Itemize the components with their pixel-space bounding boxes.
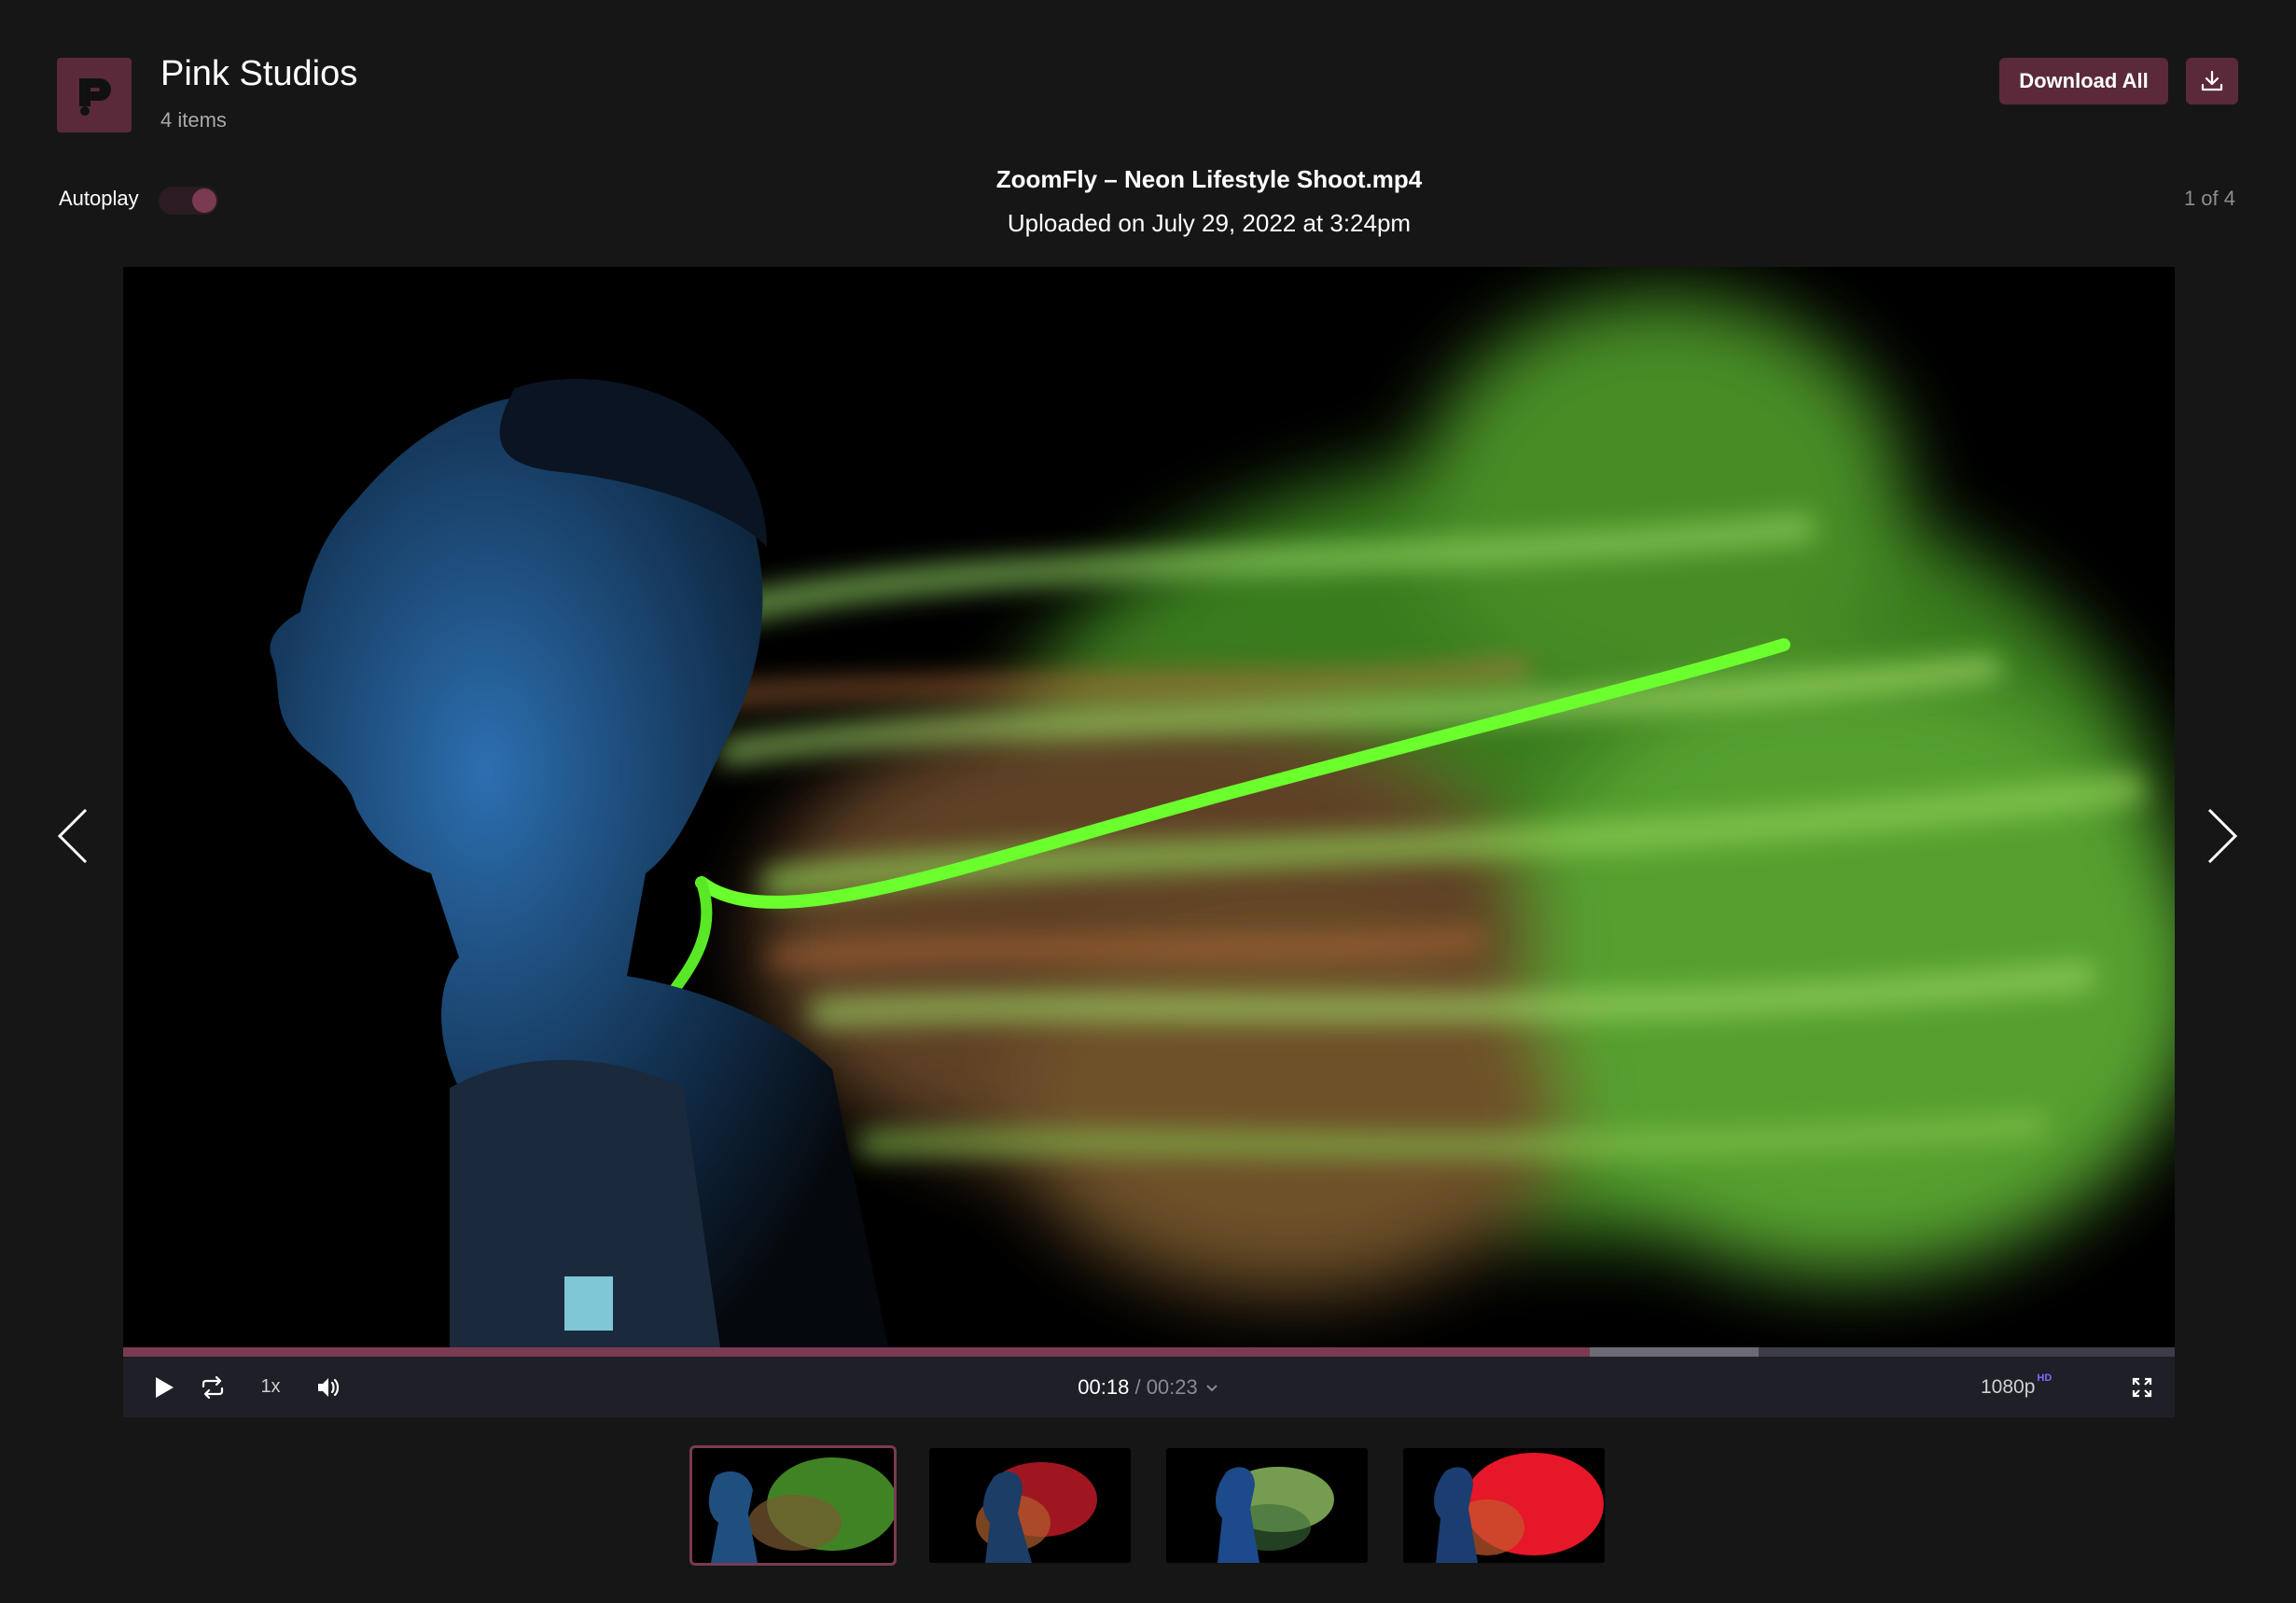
quality-selector[interactable]: 1080p HD (1981, 1357, 2052, 1417)
thumbnail-image (1166, 1448, 1368, 1563)
time-display: 00:18 / 00:23 (123, 1357, 2175, 1417)
loop-icon (202, 1375, 224, 1399)
hd-badge: HD (2037, 1372, 2052, 1384)
download-all-button[interactable]: Download All (1999, 58, 2168, 105)
volume-icon (318, 1377, 340, 1397)
speed-button[interactable]: 1x (243, 1357, 299, 1417)
volume-button[interactable] (306, 1357, 351, 1417)
player-controls: 1x 00:18 / 00:23 1080p HD (123, 1357, 2175, 1417)
brand-logo (57, 58, 132, 132)
video-player[interactable] (123, 267, 2175, 1347)
upload-date: Uploaded on July 29, 2022 at 3:24pm (1007, 209, 1412, 237)
p-logo-icon (79, 78, 111, 116)
current-time: 00:18 (1078, 1374, 1130, 1399)
previous-button[interactable] (54, 806, 91, 866)
thumbnail-1[interactable] (689, 1445, 897, 1566)
item-count: 4 items (160, 108, 227, 132)
play-button[interactable] (146, 1357, 183, 1417)
chevron-left-icon (57, 808, 88, 864)
shared-gallery-page: Pink Studios 4 items Download All Autopl… (0, 0, 2296, 1603)
progress-played (123, 1347, 1590, 1357)
fullscreen-button[interactable] (2123, 1357, 2161, 1417)
thumbnail-4[interactable] (1403, 1448, 1605, 1563)
chevron-right-icon (2207, 808, 2238, 864)
chevron-down-icon (1206, 1384, 1218, 1391)
thumbnail-image (929, 1448, 1131, 1563)
play-icon (156, 1376, 174, 1398)
loop-button[interactable] (190, 1357, 235, 1417)
time-separator: / (1134, 1374, 1141, 1399)
total-time-dropdown[interactable]: 00:23 (1147, 1375, 1220, 1400)
thumbnail-3[interactable] (1166, 1448, 1368, 1563)
item-counter: 1 of 4 (2183, 187, 2235, 210)
total-time: 00:23 (1146, 1374, 1198, 1399)
file-name: ZoomFly – Neon Lifestyle Shoot.mp4 (995, 165, 1423, 193)
video-frame-image (123, 267, 2175, 1347)
thumbnail-image (1403, 1448, 1605, 1563)
download-button[interactable] (2186, 58, 2238, 105)
thumbnail-strip (0, 1445, 2296, 1566)
thumbnail-2[interactable] (929, 1448, 1131, 1563)
next-button[interactable] (2204, 806, 2241, 866)
download-icon (2201, 70, 2223, 91)
thumbnail-image (692, 1448, 894, 1563)
brand-title: Pink Studios (160, 54, 358, 93)
fullscreen-icon (2132, 1377, 2152, 1397)
progress-bar[interactable] (123, 1347, 2175, 1357)
quality-label: 1080p (1981, 1375, 2036, 1398)
